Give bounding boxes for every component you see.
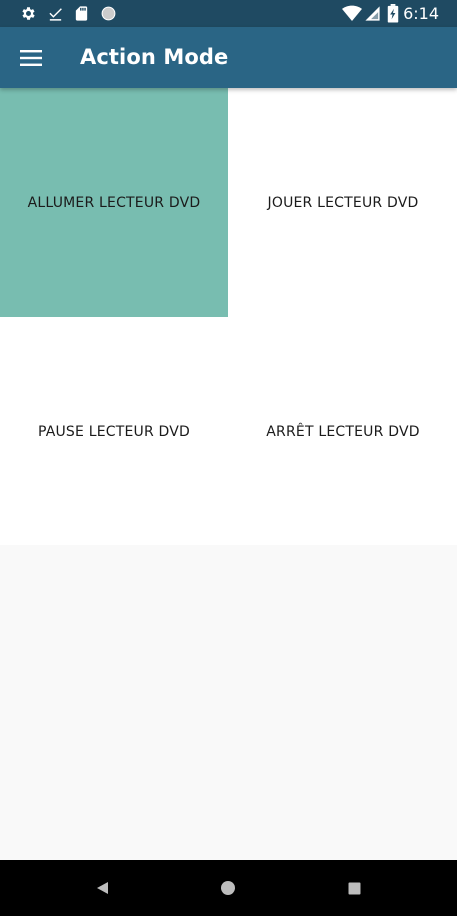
wifi-icon [342,5,362,27]
sd-card-icon [73,5,90,27]
back-icon[interactable] [86,872,118,904]
tile-allumer-lecteur-dvd[interactable]: ALLUMER LECTEUR DVD [0,88,228,317]
tile-pause-lecteur-dvd[interactable]: PAUSE LECTEUR DVD [0,317,228,546]
tile-arret-lecteur-dvd[interactable]: ARRÊT LECTEUR DVD [229,317,457,546]
status-bar: 6:14 [0,0,457,27]
hamburger-menu-icon[interactable] [8,35,54,81]
page-title: Action Mode [80,45,229,69]
tile-label: ALLUMER LECTEUR DVD [27,194,201,211]
tile-label: JOUER LECTEUR DVD [267,194,419,211]
tile-label: PAUSE LECTEUR DVD [37,423,191,440]
battery-charging-icon [387,4,399,28]
status-time: 6:14 [403,4,439,23]
app-bar: Action Mode [0,27,457,88]
tile-jouer-lecteur-dvd[interactable]: JOUER LECTEUR DVD [229,88,457,317]
action-grid: ALLUMER LECTEUR DVD JOUER LECTEUR DVD PA… [0,88,457,545]
signal-icon [364,5,381,27]
navigation-bar [0,860,457,916]
download-done-icon [47,5,64,27]
settings-icon [20,5,37,27]
sync-circle-icon [100,5,117,27]
tile-label: ARRÊT LECTEUR DVD [266,423,420,440]
recents-icon[interactable] [338,872,370,904]
home-icon[interactable] [212,872,244,904]
